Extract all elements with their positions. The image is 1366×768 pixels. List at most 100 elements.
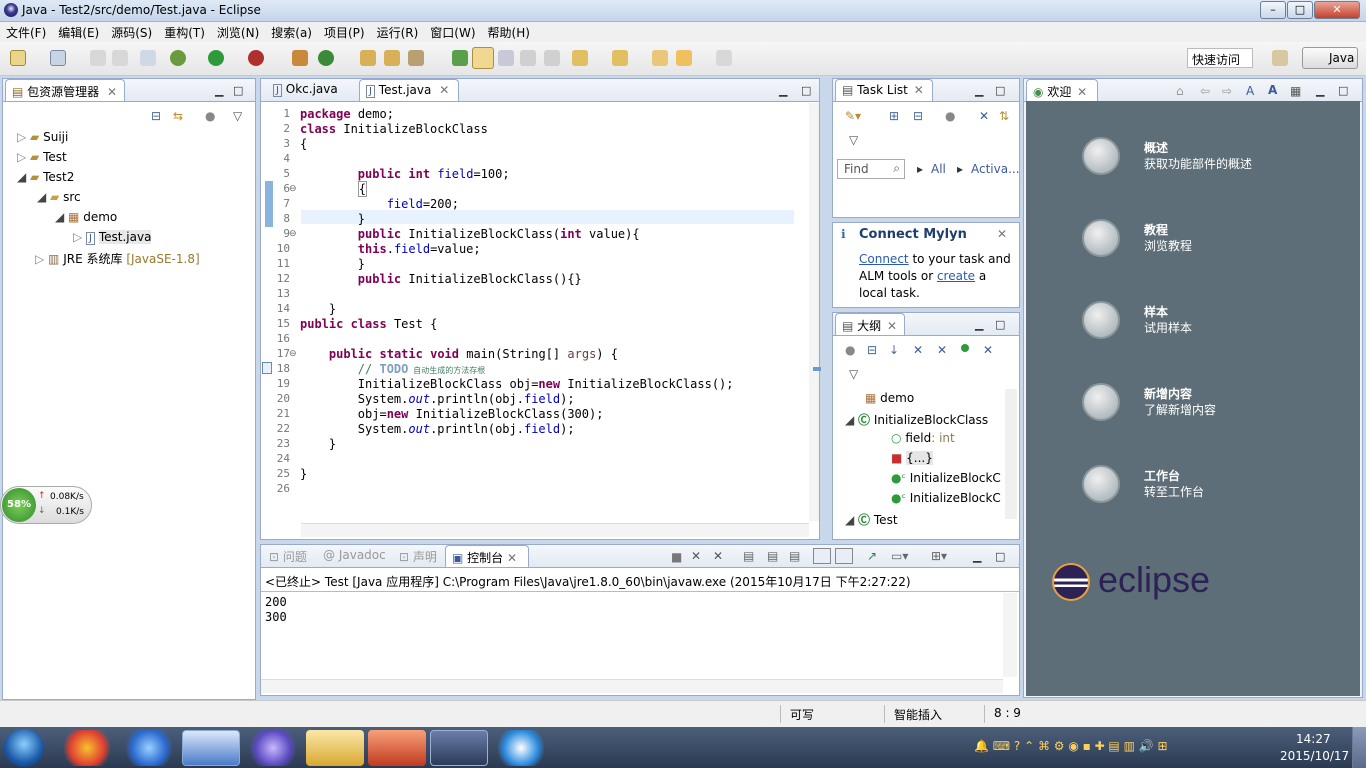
maximize-icon[interactable]: □ bbox=[233, 84, 243, 97]
java-perspective-button[interactable]: Java bbox=[1302, 47, 1358, 69]
code-line[interactable]: public static void main(String[] args) { bbox=[300, 347, 618, 361]
save-icon[interactable] bbox=[90, 50, 106, 66]
view-menu-icon[interactable]: ▽ bbox=[233, 109, 242, 123]
clear-console-icon[interactable]: ▤ bbox=[743, 549, 754, 563]
remove-launch-icon[interactable]: ✕ bbox=[691, 549, 701, 563]
menu-source[interactable]: 源码(S) bbox=[105, 22, 158, 41]
remove-all-icon[interactable]: ✕ bbox=[713, 549, 723, 563]
code-line[interactable]: public class Test { bbox=[300, 317, 437, 331]
powerpoint-app-icon[interactable] bbox=[368, 730, 426, 766]
maximize-icon[interactable]: □ bbox=[1338, 84, 1348, 97]
tree-item[interactable]: ▷ ▰ Suiji bbox=[17, 130, 68, 144]
menu-file[interactable]: 文件(F) bbox=[0, 22, 52, 41]
close-icon[interactable]: ✕ bbox=[887, 319, 897, 333]
tree-item[interactable]: ◢ ▰ Test2 bbox=[17, 170, 74, 184]
outline-item[interactable]: ●ᶜ InitializeBlockC bbox=[891, 491, 1001, 505]
tab-outline[interactable]: ▤ 大纲 ✕ bbox=[835, 313, 905, 335]
tab-javadoc[interactable]: @ Javadoc bbox=[317, 545, 392, 567]
focus-icon[interactable]: ● bbox=[205, 109, 215, 123]
show-whitespace-icon[interactable] bbox=[544, 50, 560, 66]
code-line[interactable]: } bbox=[300, 257, 365, 271]
clock-date[interactable]: 2015/10/17 bbox=[1280, 749, 1349, 763]
minimize-icon[interactable]: ▁ bbox=[215, 84, 223, 97]
view-menu-icon[interactable]: ▽ bbox=[849, 133, 858, 147]
close-button[interactable]: ✕ bbox=[1314, 1, 1360, 19]
close-icon[interactable]: ✕ bbox=[439, 83, 449, 97]
minimize-icon[interactable]: ▁ bbox=[973, 550, 981, 563]
network-speed-widget[interactable]: 58% ↑ 0.08K/s ↓ 0.1K/s bbox=[0, 486, 94, 524]
run-icon[interactable] bbox=[208, 50, 224, 66]
show-stdout-icon[interactable] bbox=[813, 548, 831, 564]
code-line[interactable]: // TODO 自动生成的方法存根 bbox=[300, 362, 485, 376]
qq-app-icon[interactable] bbox=[58, 730, 116, 766]
back-icon[interactable]: ⇦ bbox=[1200, 84, 1210, 98]
skip-breakpoints-icon[interactable] bbox=[140, 50, 156, 66]
menu-edit[interactable]: 编辑(E) bbox=[52, 22, 105, 41]
code-line[interactable]: } bbox=[300, 437, 336, 451]
hide-fields-icon[interactable]: ✕ bbox=[913, 343, 923, 357]
collapse-all-icon[interactable]: ⊟ bbox=[151, 109, 161, 123]
maximize-icon[interactable]: □ bbox=[995, 550, 1005, 563]
outline-item[interactable]: ○ field: int bbox=[891, 431, 955, 445]
zoom-out-icon[interactable]: A bbox=[1246, 84, 1254, 98]
code-line[interactable]: InitializeBlockClass obj=new InitializeB… bbox=[300, 377, 734, 391]
maximize-icon[interactable]: □ bbox=[801, 84, 811, 97]
outline-item[interactable]: ◢ Ⓒ InitializeBlockClass bbox=[845, 411, 988, 428]
home-icon[interactable]: ⌂ bbox=[1176, 84, 1184, 98]
code-line[interactable]: } bbox=[300, 302, 336, 316]
overview-marker[interactable] bbox=[813, 367, 821, 371]
link-editor-icon[interactable]: ⇆ bbox=[173, 109, 183, 123]
code-line[interactable]: public InitializeBlockClass(int value){ bbox=[300, 227, 640, 241]
close-icon[interactable]: ✕ bbox=[107, 85, 117, 99]
focus-icon[interactable]: ● bbox=[845, 343, 855, 357]
menu-project[interactable]: 项目(P) bbox=[318, 22, 371, 41]
display-console-icon[interactable]: ▭▾ bbox=[891, 549, 908, 563]
horizontal-scrollbar[interactable] bbox=[301, 523, 809, 537]
layout-icon[interactable]: ▦ bbox=[1290, 84, 1301, 98]
hide-completed-icon[interactable]: ✕ bbox=[979, 109, 989, 123]
hide-nonpublic-icon[interactable] bbox=[961, 344, 969, 352]
code-line[interactable]: this.field=value; bbox=[300, 242, 481, 256]
categorized-icon[interactable]: ⊞ bbox=[889, 109, 899, 123]
minimize-icon[interactable]: ▁ bbox=[975, 84, 983, 97]
terminate-icon[interactable]: ■ bbox=[671, 550, 682, 564]
code-line[interactable]: package demo; bbox=[300, 107, 394, 121]
tab-declaration[interactable]: ⊡ 声明 bbox=[393, 545, 443, 567]
close-icon[interactable]: ✕ bbox=[507, 551, 517, 565]
tab-okc-java[interactable]: J Okc.java bbox=[265, 79, 357, 101]
hide-local-icon[interactable]: ✕ bbox=[983, 343, 993, 357]
activate-link[interactable]: Activa... bbox=[971, 162, 1020, 176]
menu-refactor[interactable]: 重构(T) bbox=[158, 22, 211, 41]
outline-item[interactable]: ▦ demo bbox=[865, 391, 914, 405]
new-java-project-icon[interactable] bbox=[292, 50, 308, 66]
code-line[interactable]: { bbox=[300, 137, 307, 151]
scheduled-icon[interactable]: ⊟ bbox=[913, 109, 923, 123]
hide-static-icon[interactable]: ✕ bbox=[937, 343, 947, 357]
next-annotation-icon[interactable] bbox=[572, 50, 588, 66]
code-line[interactable]: public InitializeBlockClass(){} bbox=[300, 272, 582, 286]
code-line[interactable]: } bbox=[300, 212, 365, 226]
outline-item[interactable]: ●ᶜ InitializeBlockC bbox=[891, 471, 1001, 485]
tree-item[interactable]: ◢ ▰ src bbox=[37, 190, 81, 204]
outline-scrollbar[interactable] bbox=[1005, 389, 1017, 519]
fold-icon[interactable]: ⊖ bbox=[289, 229, 297, 239]
code-line[interactable]: } bbox=[300, 467, 307, 481]
tree-item[interactable]: ▷ ▥ JRE 系统库 [JavaSE-1.8] bbox=[35, 250, 200, 267]
minimize-icon[interactable]: ▁ bbox=[975, 318, 983, 331]
menu-search[interactable]: 搜索(a) bbox=[265, 22, 318, 41]
internet-explorer-icon[interactable] bbox=[120, 730, 178, 766]
code-line[interactable]: System.out.println(obj.field); bbox=[300, 422, 575, 436]
outline-item[interactable]: ■ {...} bbox=[891, 451, 933, 465]
zoom-in-icon[interactable]: A bbox=[1268, 83, 1277, 97]
forward-icon[interactable]: ⇨ bbox=[1222, 84, 1232, 98]
prev-annotation-icon[interactable] bbox=[612, 50, 628, 66]
block-select-icon[interactable] bbox=[498, 50, 514, 66]
last-edit-icon[interactable] bbox=[652, 50, 668, 66]
tab-test-java[interactable]: J Test.java ✕ bbox=[359, 79, 459, 101]
tree-item[interactable]: ◢ ▦ demo bbox=[55, 210, 117, 224]
close-icon[interactable]: ✕ bbox=[1077, 85, 1087, 99]
infinity-app-icon[interactable] bbox=[244, 730, 302, 766]
maximize-icon[interactable]: □ bbox=[995, 318, 1005, 331]
console-hscrollbar[interactable] bbox=[261, 679, 1003, 693]
new-window-icon[interactable] bbox=[50, 50, 66, 66]
